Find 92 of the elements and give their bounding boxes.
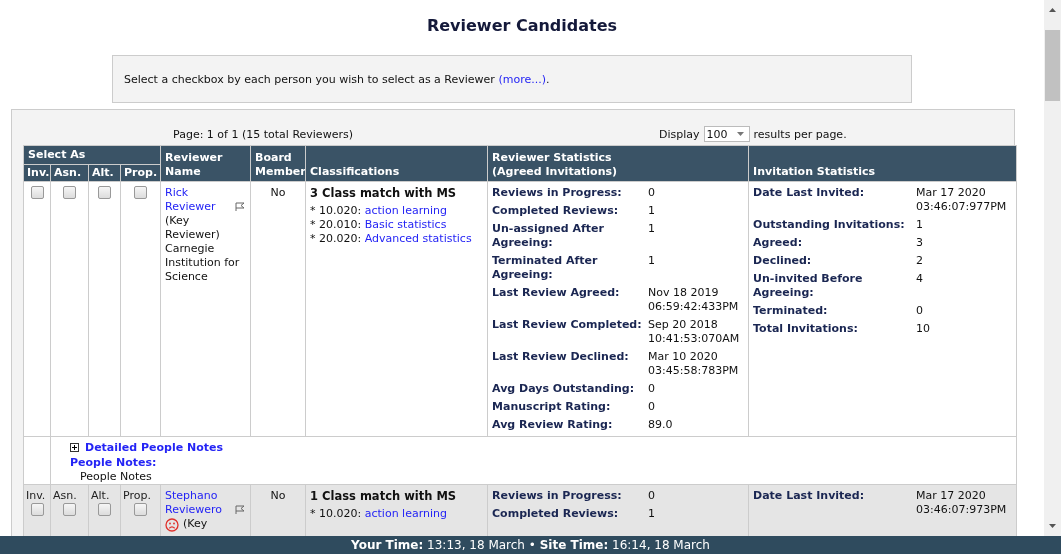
stat-label: Reviews in Progress: — [492, 186, 623, 200]
classification-link[interactable]: Advanced statistics — [364, 232, 472, 245]
checkbox-label: Asn. — [52, 489, 78, 502]
stat-value: 1 — [916, 218, 925, 232]
reviewer-details: (Key — [183, 517, 208, 531]
stat-value: 3 — [916, 236, 925, 250]
scroll-thumb[interactable] — [1045, 30, 1060, 101]
checkbox-label: Inv. — [25, 489, 47, 502]
stat-value: 1 — [648, 222, 657, 237]
checkbox[interactable] — [98, 186, 111, 199]
stat-label: Un-assigned After Agreeing: — [492, 222, 605, 250]
stat-value: 0 — [648, 489, 657, 503]
classification-link[interactable]: action learning — [364, 507, 447, 520]
notes-heading: People Notes: — [70, 456, 158, 469]
stat-value: 1 — [648, 507, 657, 521]
board-member-value: No — [270, 186, 286, 199]
flag-icon[interactable] — [235, 505, 246, 514]
stat-value: 0 — [648, 400, 657, 414]
stat-value: 4 — [916, 272, 925, 287]
stat-label: Date Last Invited: — [753, 489, 866, 504]
stat-label: Reviews in Progress: — [492, 489, 623, 503]
checkbox[interactable] — [30, 503, 44, 516]
column-header: Classifications — [305, 145, 488, 182]
stat-value: 0 — [648, 382, 657, 396]
stat-value: Mar 17 2020 03:46:07:973PM — [916, 489, 1008, 517]
stat-label: Declined: — [753, 254, 813, 268]
checkbox[interactable] — [134, 503, 147, 516]
stat-label: Completed Reviews: — [492, 204, 620, 218]
scroll-down-icon[interactable] — [1049, 524, 1056, 528]
more-link[interactable]: (more...) — [498, 72, 546, 86]
checkbox[interactable] — [63, 503, 76, 516]
class-match-heading: 3 Class match with MS — [310, 186, 458, 200]
detailed-notes-link[interactable]: Detailed People Notes — [85, 441, 224, 454]
scrollbar[interactable] — [1044, 0, 1061, 536]
column-header: Invitation Statistics — [748, 145, 1017, 182]
stat-label: Last Review Declined: — [492, 350, 630, 365]
instructions-text: Select a checkbox by each person you wish to select as a Reviewer (more...). — [124, 72, 550, 86]
reviewer-details: (Key Reviewer) Carnegie Institution for Science — [165, 214, 241, 284]
stat-label: Avg Review Rating: — [492, 418, 614, 432]
stat-label: Last Review Completed: — [492, 318, 643, 333]
stat-value: 10 — [916, 322, 932, 336]
scroll-up-icon[interactable] — [1049, 8, 1056, 12]
stat-label: Completed Reviews: — [492, 507, 620, 521]
class-match-heading: 1 Class match with MS — [310, 489, 458, 503]
stat-label: Last Review Agreed: — [492, 286, 621, 301]
classification-item: * 10.020: action learning — [310, 204, 448, 218]
stat-value: 1 — [648, 204, 657, 218]
per-page-select[interactable]: 100 — [703, 126, 750, 142]
stat-label: Terminated After Agreeing: — [492, 254, 599, 282]
stat-value: Mar 17 2020 03:46:07:977PM — [916, 186, 1008, 214]
page-summary: Page: 1 of 1 (15 total Reviewers) — [172, 127, 354, 141]
reviewer-name-link[interactable]: Rick Reviewer — [165, 186, 226, 214]
stat-value: 0 — [916, 304, 925, 318]
stat-label: Total Invitations: — [753, 322, 859, 336]
display-label: Display — [659, 127, 700, 141]
stat-value: 1 — [648, 254, 657, 269]
classification-item: * 20.020: Advanced statistics — [310, 232, 473, 246]
caret-icon — [736, 132, 744, 136]
classification-link[interactable]: action learning — [364, 204, 447, 217]
stat-value: Nov 18 2019 06:59:42:433PM — [648, 286, 740, 314]
expand-icon[interactable] — [70, 443, 79, 452]
notes-text: People Notes — [80, 470, 153, 483]
classification-item: * 10.020: action learning — [310, 507, 448, 521]
stat-label: Terminated: — [753, 304, 829, 318]
stat-label: Agreed: — [753, 236, 804, 250]
classification-link[interactable]: Basic statistics — [364, 218, 447, 231]
column-header: Reviewer Name — [160, 145, 251, 182]
column-header: Reviewer Statistics (Agreed Invitations) — [487, 145, 749, 182]
column-header: Select As — [23, 145, 161, 165]
stat-label: Manuscript Rating: — [492, 400, 612, 414]
checkbox[interactable] — [134, 186, 147, 199]
stat-label: Un-invited Before Agreeing: — [753, 272, 864, 300]
stat-label: Date Last Invited: — [753, 186, 866, 201]
stat-value: 0 — [648, 186, 657, 200]
checkbox[interactable] — [30, 186, 44, 199]
checkbox[interactable] — [63, 186, 76, 199]
checkbox-label: Prop. — [122, 489, 152, 502]
stat-value: 89.0 — [648, 418, 674, 432]
board-member-value: No — [270, 489, 286, 502]
flag-icon[interactable] — [235, 202, 246, 211]
checkbox[interactable] — [98, 503, 111, 516]
per-page-suffix: results per page. — [753, 127, 847, 141]
time-info: Your Time: 13:13, 18 March • Site Time: 16:14, 18 March — [351, 538, 710, 552]
stat-value: 2 — [916, 254, 925, 268]
reviewer-name-link[interactable]: Stephano Reviewero — [165, 489, 226, 517]
classification-item: * 20.010: Basic statistics — [310, 218, 448, 232]
page-title: Reviewer Candidates — [425, 16, 619, 35]
stat-label: Outstanding Invitations: — [753, 218, 906, 232]
stat-label: Avg Days Outstanding: — [492, 382, 636, 396]
stat-value: Sep 20 2018 10:41:53:070AM — [648, 318, 741, 346]
stat-value: Mar 10 2020 03:45:58:783PM — [648, 350, 740, 378]
checkbox-label: Alt. — [90, 489, 111, 502]
